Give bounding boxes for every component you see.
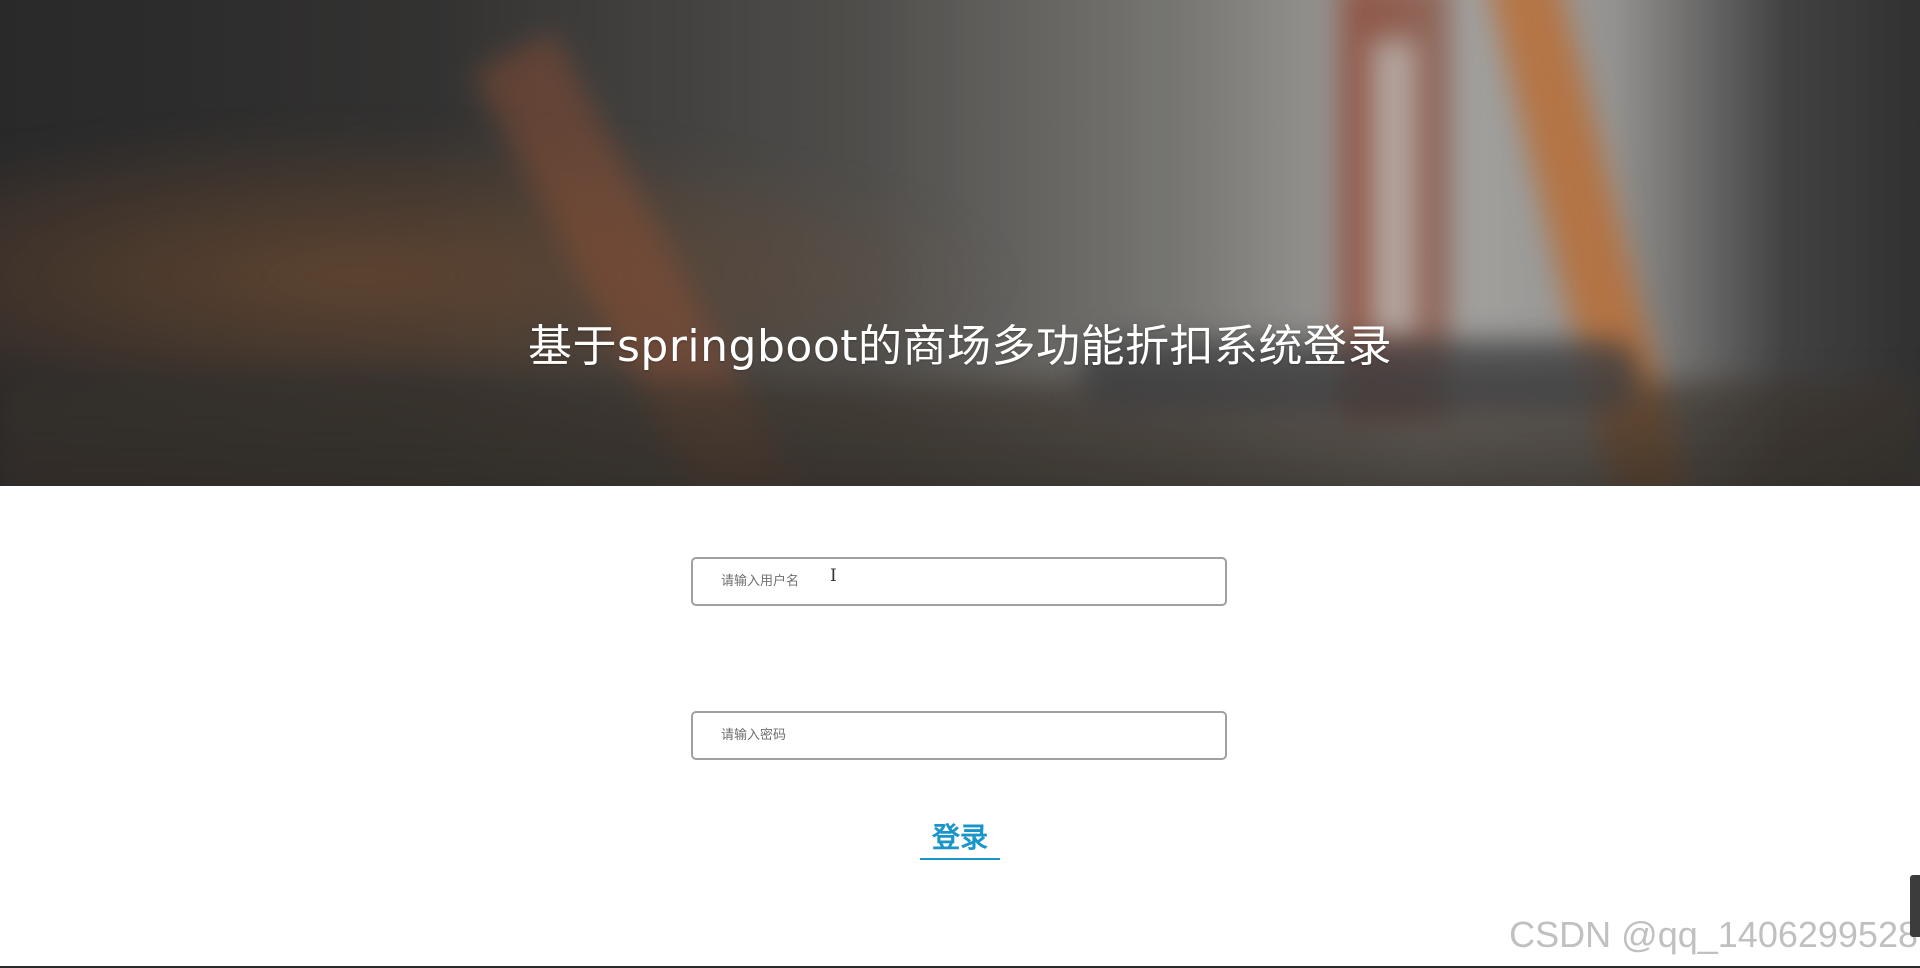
text-cursor-icon: I	[830, 566, 837, 586]
hero-banner: 基于springboot的商场多功能折扣系统登录	[0, 0, 1920, 486]
username-field[interactable]	[691, 557, 1227, 606]
username-input[interactable]	[693, 559, 1225, 604]
side-widget-tab[interactable]	[1910, 875, 1920, 937]
login-page: 基于springboot的商场多功能折扣系统登录 I 登录 CSDN @qq_1…	[0, 0, 1920, 968]
login-button[interactable]: 登录	[920, 816, 1000, 860]
page-title: 基于springboot的商场多功能折扣系统登录	[527, 321, 1392, 372]
watermark: CSDN @qq_1406299528	[1509, 914, 1918, 955]
password-field[interactable]	[691, 711, 1227, 760]
password-input[interactable]	[693, 713, 1225, 758]
hero-overlay	[0, 0, 1920, 486]
